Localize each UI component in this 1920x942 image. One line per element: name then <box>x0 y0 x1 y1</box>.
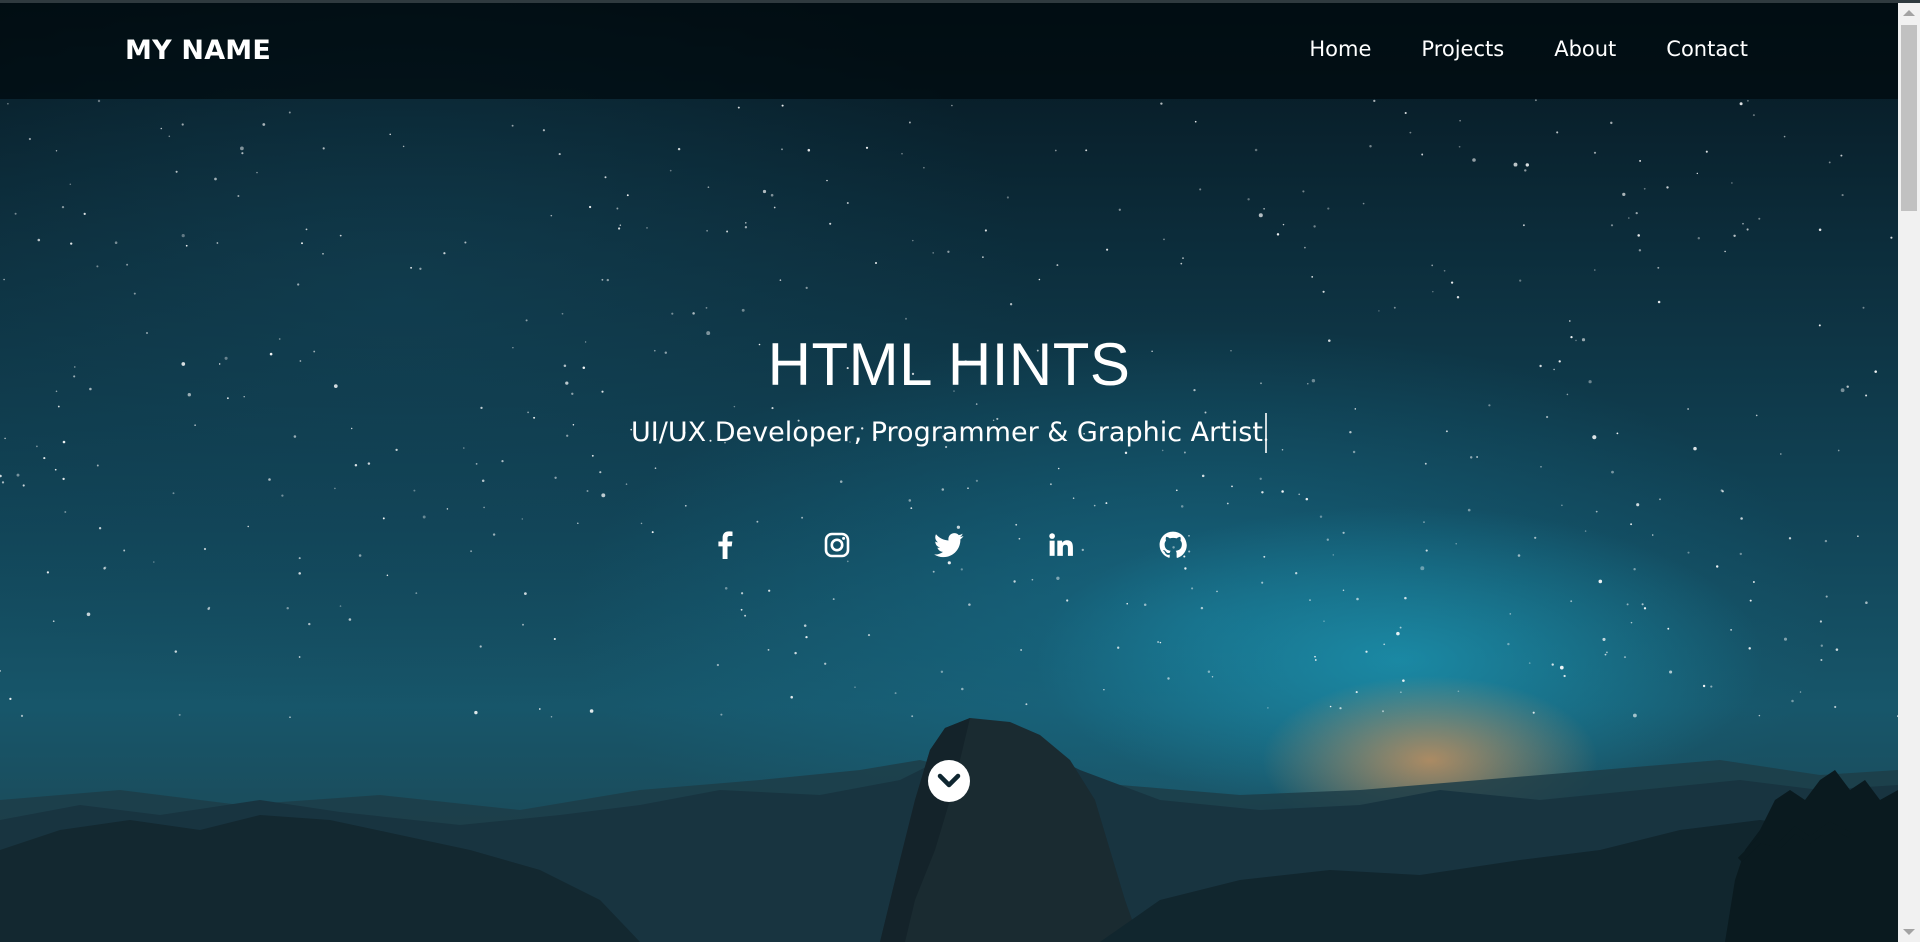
github-icon[interactable] <box>1158 530 1188 560</box>
scroll-down-button[interactable] <box>928 760 970 802</box>
hero-subtitle: UI/UX Developer, Programmer & Graphic Ar… <box>631 413 1267 453</box>
social-links <box>0 530 1898 560</box>
facebook-icon[interactable] <box>710 530 740 560</box>
brand-logo[interactable]: MY NAME <box>125 35 271 66</box>
hero-title: HTML HINTS <box>767 331 1131 398</box>
page: MY NAME Home Projects About Contact HTML… <box>0 0 1920 942</box>
twitter-icon[interactable] <box>934 530 964 560</box>
scrollbar-thumb[interactable] <box>1901 25 1917 211</box>
nav-link-contact[interactable]: Contact <box>1666 37 1748 61</box>
chevron-down-icon <box>937 773 961 788</box>
nav-link-home[interactable]: Home <box>1309 37 1371 61</box>
window-top-border <box>0 0 1920 3</box>
instagram-icon[interactable] <box>822 530 852 560</box>
nav-links: Home Projects About Contact <box>1259 37 1748 61</box>
nav-link-projects[interactable]: Projects <box>1421 37 1504 61</box>
hero-subtitle-container: UI/UX Developer, Programmer & Graphic Ar… <box>0 413 1898 453</box>
linkedin-icon[interactable] <box>1046 530 1076 560</box>
nav-link-about[interactable]: About <box>1554 37 1616 61</box>
scroll-up-arrow-icon[interactable] <box>1903 10 1915 16</box>
scroll-down-arrow-icon[interactable] <box>1903 929 1915 935</box>
top-navbar: MY NAME Home Projects About Contact <box>0 3 1898 99</box>
vertical-scrollbar[interactable] <box>1898 3 1920 942</box>
